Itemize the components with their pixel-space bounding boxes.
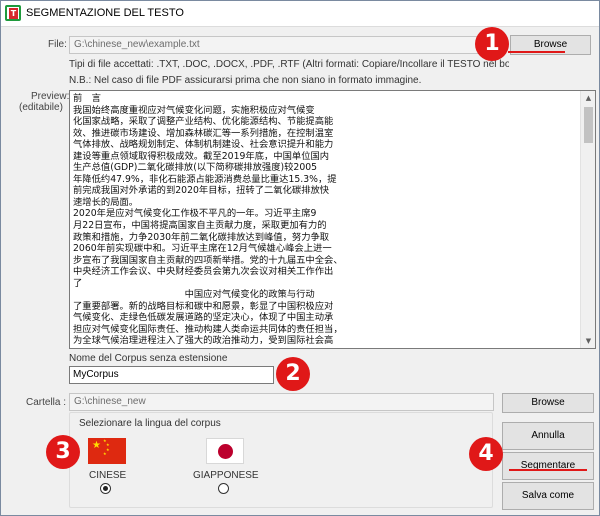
radio-giapponese[interactable] [218, 483, 229, 494]
segmentare-button[interactable]: Segmentare [502, 452, 594, 480]
japan-flag-icon [206, 438, 244, 464]
preview-line: 中央经济工作会议、中央财经委员会第九次会议对相关工作作出 [73, 266, 334, 278]
preview-line: 2060年前实现碳中和。习近平主席在12月气候雄心峰会上进一 [73, 243, 332, 255]
pdf-note: N.B.: Nel caso di file PDF assicurarsi p… [69, 75, 422, 86]
cartella-path-field[interactable]: G:\chinese_new [69, 393, 494, 411]
preview-line: 了重要部署。新的战略目标和碳中和愿景，彰显了中国积极应对 [73, 300, 334, 312]
lang-option-label-cinese: CINESE [89, 470, 127, 481]
preview-line: 速增长的局面。 [73, 196, 139, 208]
salva-come-label: Salva come [521, 490, 575, 501]
preview-line: 月22日宣布，中国将提高国家自主贡献力度，采取更加有力的 [73, 220, 327, 232]
preview-line: 步宣布了我国国家自主贡献的四项新举措。党的十九届五中全会、 [73, 254, 343, 266]
chevron-down-icon[interactable]: ▼ [581, 334, 596, 348]
segmentare-label: Segmentare [520, 460, 576, 471]
annulla-button[interactable]: Annulla [502, 422, 594, 450]
scrollbar-thumb[interactable] [584, 107, 593, 143]
file-path-field[interactable]: G:\chinese_new\example.txt [69, 36, 494, 54]
preview-line: 气候变化、走绿色低碳发展道路的坚定决心，体现了中国主动承 [73, 312, 334, 324]
preview-line: 效、推进碳市场建设、增加森林碳汇等一系列措施，在控制温室 [73, 127, 334, 139]
preview-line: 为全球气候治理进程注入了强大的政治推动力，受到国际社会高 [73, 335, 334, 347]
language-group-label: Selezionare la lingua del corpus [79, 418, 221, 429]
preview-text-content[interactable]: 前 言我国始终高度重视应对气候变化问题，实施积极应对气候变 化国家战略，采取了调整… [73, 93, 353, 347]
salva-come-button[interactable]: Salva come [502, 482, 594, 510]
preview-line: 中国应对气候变化的政策与行动 [73, 289, 315, 301]
preview-line: 化国家战略，采取了调整产业结构、优化能源结构、节能提高能 [73, 116, 334, 128]
cartella-browse-button[interactable]: Browse [502, 393, 594, 413]
callout-badge-1: 1 [475, 27, 509, 61]
preview-line: 建设等重点领域取得积极成效。截至2019年底，中国单位国内 [73, 150, 330, 162]
preview-line: 前 言 [73, 93, 101, 104]
file-label: File: [48, 39, 67, 50]
title-bar: T SEGMENTAZIONE DEL TESTO [1, 1, 599, 27]
lang-option-label-giapponese: GIAPPONESE [193, 470, 259, 481]
preview-line: 我国始终高度重视应对气候变化问题，实施积极应对气候变 [73, 104, 315, 116]
corpus-name-input[interactable]: MyCorpus [69, 366, 274, 384]
preview-line: 年降低约47.9%，非化石能源占能源消费总量比重达15.3%，提 [73, 173, 337, 185]
preview-line: 了 [73, 277, 83, 289]
preview-line: 2020年是应对气候变化工作极不平凡的一年。习近平主席9 [73, 208, 317, 220]
app-t-icon: T [5, 5, 21, 21]
cartella-browse-label: Browse [531, 397, 565, 408]
preview-line: 前完成我国对外承诺的到2020年目标，扭转了二氧化碳排放快 [73, 185, 330, 197]
preview-line: 生产总值(GDP)二氧化碳排放(以下简称碳排放强度)较2005 [73, 162, 318, 174]
preview-line: 担应对气候变化国际责任、推动构建人类命运共同体的责任担当， [73, 323, 343, 335]
accepted-types-note: Tipi di file accettati: .TXT, .DOC, .DOC… [69, 59, 509, 70]
cartella-label: Cartella : [26, 397, 67, 408]
chevron-up-icon[interactable]: ▲ [581, 91, 596, 105]
preview-line: 气体排放、战略规划制定、体制机制建设、社会意识提升和能力 [73, 139, 334, 151]
radio-cinese[interactable] [100, 483, 111, 494]
preview-sublabel: (editabile) [19, 102, 63, 113]
callout-badge-4: 4 [469, 437, 503, 471]
callout-badge-2: 2 [276, 357, 310, 391]
preview-textbox[interactable]: 前 言我国始终高度重视应对气候变化问题，实施积极应对气候变 化国家战略，采取了调整… [69, 90, 596, 349]
preview-label: Preview: [31, 91, 70, 102]
preview-line: 政策和措施，力争2030年前二氧化碳排放达到峰值，努力争取 [73, 231, 330, 243]
callout-underline-segmentare [509, 469, 587, 471]
callout-underline-browse [508, 51, 565, 53]
segmentation-window: T SEGMENTAZIONE DEL TESTO File: G:\chine… [0, 0, 600, 516]
preview-scrollbar[interactable]: ▲ ▼ [580, 91, 595, 348]
china-flag-icon: ★ ★ ★ ★ ★ [88, 438, 126, 464]
corpus-name-label: Nome del Corpus senza estensione [69, 353, 228, 364]
annulla-label: Annulla [531, 430, 565, 441]
callout-badge-3: 3 [46, 435, 80, 469]
window-title: SEGMENTAZIONE DEL TESTO [26, 7, 184, 19]
